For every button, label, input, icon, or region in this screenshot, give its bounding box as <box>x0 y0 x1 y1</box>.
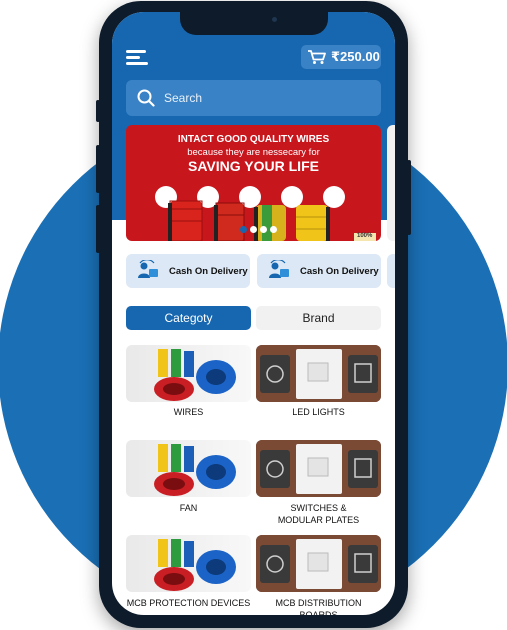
pagination-dot[interactable] <box>270 226 277 233</box>
switch-plate-image <box>256 535 381 592</box>
category-tile-mcb-distribution[interactable] <box>256 535 381 592</box>
banner-badge: 100% <box>357 233 373 239</box>
wire-coils-image <box>154 539 236 591</box>
phone-notch <box>180 8 328 35</box>
phone-side-button <box>96 145 100 193</box>
promo-banner[interactable]: INTACT GOOD QUALITY WIRES because they a… <box>126 125 381 241</box>
delivery-icon <box>138 260 158 278</box>
camera-icon <box>272 17 277 22</box>
category-label: MCB DISTRIBUTION BOARDS <box>275 598 362 615</box>
search-icon <box>137 89 155 107</box>
category-tile-led-lights[interactable] <box>256 345 381 402</box>
banner-pagination <box>240 226 277 233</box>
search-placeholder: Search <box>164 91 203 105</box>
wire-coils-image <box>154 444 236 496</box>
category-label: MCB PROTECTION DEVICES <box>126 598 251 608</box>
feature-label: Cash On Delivery <box>300 265 379 277</box>
phone-side-button <box>96 100 100 122</box>
category-tile-fan[interactable] <box>126 440 251 497</box>
pagination-dot[interactable] <box>250 226 257 233</box>
feature-label: Cash On Delivery <box>169 265 248 277</box>
wire-coils-image <box>154 349 236 401</box>
switch-plate-image <box>256 440 381 497</box>
pagination-dot[interactable] <box>240 226 247 233</box>
app-screen: ₹250.00 Search INTACT GOOD QUALITY WIRES… <box>112 12 395 615</box>
next-banner-peek[interactable] <box>387 125 395 241</box>
hamburger-menu-icon[interactable] <box>126 50 148 66</box>
tab-category[interactable]: Categoty <box>126 306 251 330</box>
wire-reels-image <box>155 186 376 241</box>
category-label: SWITCHES & <box>290 503 347 513</box>
cart-button[interactable]: ₹250.00 <box>301 45 381 69</box>
phone-side-button <box>407 160 411 235</box>
feature-cash-on-delivery[interactable]: Cash On Delivery <box>257 254 381 288</box>
phone-side-button <box>96 205 100 253</box>
feature-peek[interactable] <box>387 254 395 288</box>
category-tile-switches[interactable] <box>256 440 381 497</box>
category-label-line2: MODULAR PLATES <box>277 515 360 525</box>
category-tile-wires[interactable] <box>126 345 251 402</box>
delivery-icon <box>269 260 289 278</box>
tab-brand[interactable]: Brand <box>256 306 381 330</box>
category-tile-mcb-protection[interactable] <box>126 535 251 592</box>
category-label: WIRES <box>173 407 204 417</box>
search-input[interactable]: Search <box>126 80 381 116</box>
cart-total: ₹250.00 <box>331 49 380 64</box>
cart-icon <box>308 50 326 64</box>
feature-cash-on-delivery[interactable]: Cash On Delivery <box>126 254 250 288</box>
category-label: FAN <box>179 503 198 513</box>
switch-plate-image <box>256 345 381 402</box>
category-label: LED LIGHTS <box>292 407 345 417</box>
pagination-dot[interactable] <box>260 226 267 233</box>
